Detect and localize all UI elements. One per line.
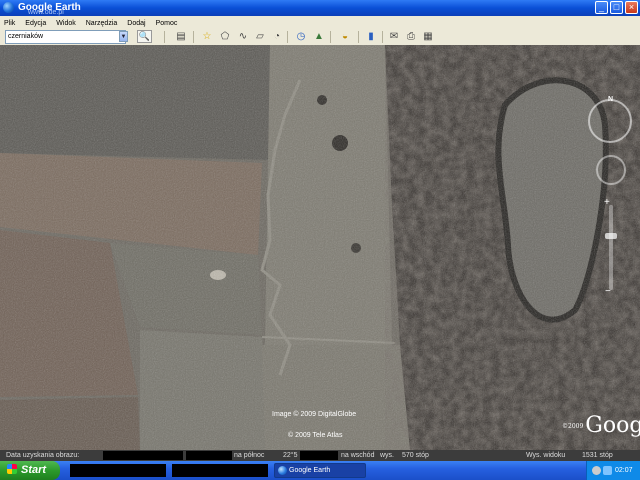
image-date-label: Data uzyskania obrazu: [6,452,80,459]
elevation-value: 570 stóp [402,452,429,459]
polygon-icon[interactable]: ⬠ [218,30,232,43]
latitude-value: 22°5 [283,452,298,459]
ruler-icon[interactable]: ▮ [364,30,378,43]
eye-altitude-value: 1531 stóp [582,452,613,459]
search-button[interactable]: 🔍 [137,30,152,43]
zoom-slider-handle[interactable] [605,233,617,239]
eye-altitude-label: Wys. widoku [526,452,566,459]
atlas-credit: © 2009 Tele Atlas [288,432,343,439]
redacted-block [103,451,183,460]
tray-icon[interactable] [603,466,612,475]
toolbar-separator [287,31,288,43]
system-tray: 02:07 [586,461,640,480]
tray-icon[interactable] [592,466,601,475]
close-button[interactable]: × [625,1,638,14]
start-label: Start [21,464,47,476]
sidebar-toggle-icon[interactable]: ▤ [174,30,188,43]
longitude-label: na wschód [341,452,375,459]
switch-sky-icon[interactable]: ◒ [338,30,352,43]
map-view[interactable]: N + − Image © 2009 DigitalGlobe © 2009 T… [0,45,640,450]
logo-prefix: ©2009 [562,422,584,430]
zoom-slider[interactable] [609,205,613,290]
historical-imagery-icon[interactable]: ◷ [294,30,308,43]
title-bar: Google Earth www.ode.pl _ □ × [0,0,640,16]
logo-text: Google [585,413,640,438]
google-earth-icon [3,2,14,13]
minimize-button[interactable]: _ [595,1,608,14]
status-bar: Data uzyskania obrazu: na północ 22°5 na… [0,450,640,461]
redacted-block [300,451,338,460]
elevation-label: wys. [380,452,394,459]
compass-control[interactable]: N [588,96,632,143]
email-icon[interactable]: ✉ [387,30,401,43]
toolbar-separator [382,31,383,43]
compass-north-label: N [608,96,614,103]
redacted-block [186,451,232,460]
maximize-button[interactable]: □ [610,1,623,14]
toolbar-separator [330,31,331,43]
taskbar-google-earth[interactable]: Google Earth [274,463,366,478]
latitude-label: na północ [234,452,265,459]
clock: 02:07 [615,467,633,474]
image-overlay-icon[interactable]: ▱ [253,30,267,43]
windows-flag-icon [7,464,17,474]
google-logo: ©2009Google [562,413,640,438]
watermark-text: www.ode.pl [28,9,64,16]
sunlight-icon[interactable]: ▲ [312,30,326,43]
taskbar-google-earth-label: Google Earth [289,467,331,474]
taskbar: Start Google Earth 02:07 [0,461,640,480]
zoom-out-button[interactable]: − [605,286,611,297]
redacted-task [70,464,166,477]
search-history-dropdown[interactable]: ▼ [119,31,128,42]
search-input[interactable]: czerniaków [5,30,126,44]
menu-bar: Plik Edycja Widok Narzędzia Dodaj Pomoc [0,16,640,29]
print-icon[interactable]: ⎙ [404,30,418,43]
toolbar-separator [358,31,359,43]
placemark-icon[interactable]: ☆ [200,30,214,43]
start-button[interactable]: Start [0,461,60,480]
google-earth-icon [278,466,287,475]
toolbar-separator [193,31,194,43]
record-tour-icon[interactable]: ◔ [270,30,284,43]
path-icon[interactable]: ∿ [236,30,250,43]
imagery-credit: Image © 2009 DigitalGlobe [272,411,357,418]
google-maps-icon[interactable]: ▦ [421,30,435,43]
toolbar-separator [164,31,165,43]
toolbar: czerniaków ▼ 🔍 ▤ ☆ ⬠ ∿ ▱ ◔ ◷ ▲ ◒ ▮ ✉ ⎙ ▦ [0,29,640,46]
aerial-imagery [0,45,640,450]
look-joystick[interactable] [596,155,626,185]
redacted-task [172,464,268,477]
